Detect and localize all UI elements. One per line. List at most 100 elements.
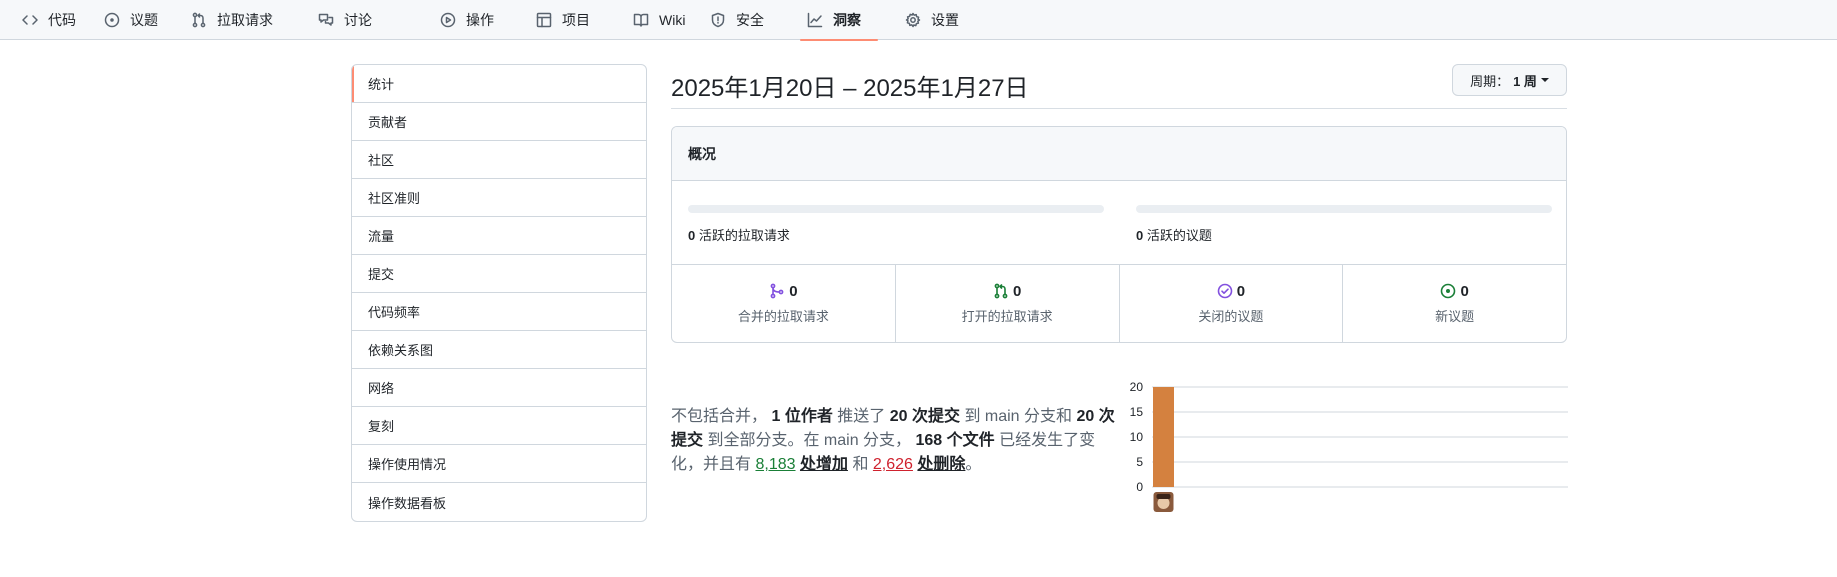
- tab-wiki[interactable]: Wiki: [633, 0, 685, 40]
- period-label: 周期：: [1470, 73, 1510, 89]
- active-issues-label: 活跃的议题: [1146, 228, 1212, 243]
- period-value: 1 周: [1513, 73, 1537, 89]
- sidebar-item-contributors[interactable]: 贡献者: [352, 103, 646, 141]
- tab-discussions-label: 讨论: [344, 12, 372, 28]
- issue-opened-icon: [1441, 283, 1456, 299]
- code-icon: [22, 15, 38, 25]
- tab-insights-label: 洞察: [833, 12, 861, 28]
- additions-label[interactable]: 处增加: [800, 456, 848, 473]
- caret-down-icon: [1540, 78, 1549, 82]
- overview-progress: 0 活跃的拉取请求 0 活跃的议题: [672, 181, 1566, 265]
- sidebar-item-actions-dashboard[interactable]: 操作数据看板: [352, 483, 646, 521]
- tab-projects-label: 项目: [562, 12, 590, 28]
- title-divider: [671, 108, 1567, 109]
- y-tick-label: 0: [1136, 480, 1143, 494]
- git-pull-request-icon: [192, 12, 206, 28]
- deletions-count[interactable]: 2,626: [873, 456, 913, 473]
- author-count: 1 位作者: [771, 408, 833, 425]
- sidebar-item-community-standards[interactable]: 社区准则: [352, 179, 646, 217]
- summary-text: 和: [852, 456, 869, 473]
- table-icon: [536, 12, 552, 28]
- git-pull-request-icon: [994, 283, 1008, 299]
- insights-side-menu: 统计 贡献者 社区 社区准则 流量 提交 代码频率 依赖关系图 网络 复刻 操作…: [351, 64, 647, 522]
- sidebar-item-network[interactable]: 网络: [352, 369, 646, 407]
- issue-closed-icon: [1217, 283, 1233, 299]
- sidebar-item-actions-usage[interactable]: 操作使用情况: [352, 445, 646, 483]
- tab-settings[interactable]: 设置: [905, 0, 959, 40]
- sidebar-item-community[interactable]: 社区: [352, 141, 646, 179]
- gear-icon: [905, 12, 921, 28]
- commit-summary: 不包括合并， 1 位作者 推送了 20 次提交 到 main 分支和 20 次提…: [671, 405, 1115, 477]
- period-dropdown-button[interactable]: 周期： 1 周: [1452, 64, 1567, 96]
- summary-text: 。: [965, 456, 982, 473]
- closed-issues-stat[interactable]: 0 关闭的议题: [1120, 265, 1344, 342]
- play-icon: [440, 12, 456, 28]
- tab-issues-label: 议题: [130, 12, 158, 28]
- commit-bar[interactable]: [1153, 387, 1174, 487]
- tab-projects[interactable]: 项目: [536, 0, 590, 40]
- commits-by-author-chart: 0 5 10 15 20: [1130, 380, 1568, 512]
- overview-stats: 0 合并的拉取请求 0 打开的拉取请求 0 关闭的议题 0 新议题: [672, 265, 1566, 342]
- sidebar-item-forks[interactable]: 复刻: [352, 407, 646, 445]
- page-title: 2025年1月20日 – 2025年1月27日: [671, 75, 1029, 102]
- tab-security-label: 安全: [736, 12, 764, 28]
- open-prs-stat[interactable]: 0 打开的拉取请求: [896, 265, 1120, 342]
- closed-issues-count: 0: [1236, 282, 1246, 300]
- new-issues-label: 新议题: [1435, 308, 1475, 324]
- active-prs-progress-bar: [688, 205, 1104, 213]
- sidebar-item-label: 代码频率: [368, 305, 421, 320]
- author-avatar-hair: [1156, 494, 1171, 499]
- comment-discussion-icon: [318, 13, 334, 26]
- overview-title: 概况: [672, 127, 1566, 181]
- sidebar-item-label: 流量: [368, 229, 395, 244]
- y-tick-label: 20: [1130, 380, 1144, 394]
- tab-code[interactable]: 代码: [22, 0, 76, 40]
- new-issues-stat[interactable]: 0 新议题: [1343, 265, 1566, 342]
- tab-code-label: 代码: [48, 12, 76, 28]
- overview-card: 概况 0 活跃的拉取请求 0 活跃的议题 0 合并的拉取请求 0 打开的拉取请求…: [671, 126, 1567, 343]
- tab-actions-label: 操作: [466, 12, 494, 28]
- summary-text: 到 main 分支和: [964, 408, 1073, 425]
- sidebar-item-label: 复刻: [368, 419, 395, 434]
- new-issues-count: 0: [1460, 282, 1469, 300]
- files-changed-count: 168 个文件: [915, 432, 995, 449]
- sidebar-item-label: 网络: [368, 381, 395, 396]
- merged-prs-stat[interactable]: 0 合并的拉取请求: [672, 265, 896, 342]
- y-tick-label: 5: [1136, 455, 1143, 469]
- tab-security[interactable]: 安全: [710, 0, 764, 40]
- sidebar-item-code-frequency[interactable]: 代码频率: [352, 293, 646, 331]
- sidebar-item-label: 依赖关系图: [368, 343, 434, 358]
- sidebar-item-label: 社区准则: [368, 191, 421, 206]
- sidebar-item-pulse[interactable]: 统计: [352, 65, 646, 103]
- merged-prs-count: 0: [789, 282, 798, 300]
- tab-discussions[interactable]: 讨论: [318, 0, 372, 40]
- active-issues-link[interactable]: 0 活跃的议题: [1136, 225, 1552, 244]
- sidebar-item-label: 社区: [368, 153, 395, 168]
- additions-count[interactable]: 8,183: [755, 456, 795, 473]
- sidebar-item-commits[interactable]: 提交: [352, 255, 646, 293]
- closed-issues-label: 关闭的议题: [1198, 308, 1264, 324]
- issue-opened-icon: [104, 12, 120, 28]
- open-prs-count: 0: [1012, 282, 1022, 300]
- deletions-label[interactable]: 处删除: [917, 456, 965, 473]
- tab-pull-requests[interactable]: 拉取请求: [191, 0, 273, 40]
- active-issues-count: 0: [1136, 228, 1144, 243]
- graph-icon: [807, 12, 823, 28]
- main-commit-count: 20 次提交: [889, 408, 960, 425]
- tab-actions[interactable]: 操作: [440, 0, 494, 40]
- sidebar-item-label: 贡献者: [368, 115, 408, 130]
- sidebar-item-traffic[interactable]: 流量: [352, 217, 646, 255]
- tab-insights[interactable]: 洞察: [800, 0, 878, 41]
- y-tick-label: 10: [1130, 430, 1144, 444]
- sidebar-item-label: 提交: [368, 267, 395, 282]
- sidebar-item-label: 统计: [368, 77, 395, 92]
- git-merge-icon: [770, 283, 784, 299]
- tab-issues[interactable]: 议题: [104, 0, 158, 40]
- active-prs-link[interactable]: 0 活跃的拉取请求: [688, 225, 1104, 244]
- open-prs-label: 打开的拉取请求: [961, 308, 1053, 324]
- shield-icon: [711, 12, 725, 28]
- tab-pull-requests-label: 拉取请求: [217, 12, 273, 28]
- merged-prs-label: 合并的拉取请求: [737, 308, 829, 324]
- y-tick-label: 15: [1130, 405, 1144, 419]
- sidebar-item-dependency-graph[interactable]: 依赖关系图: [352, 331, 646, 369]
